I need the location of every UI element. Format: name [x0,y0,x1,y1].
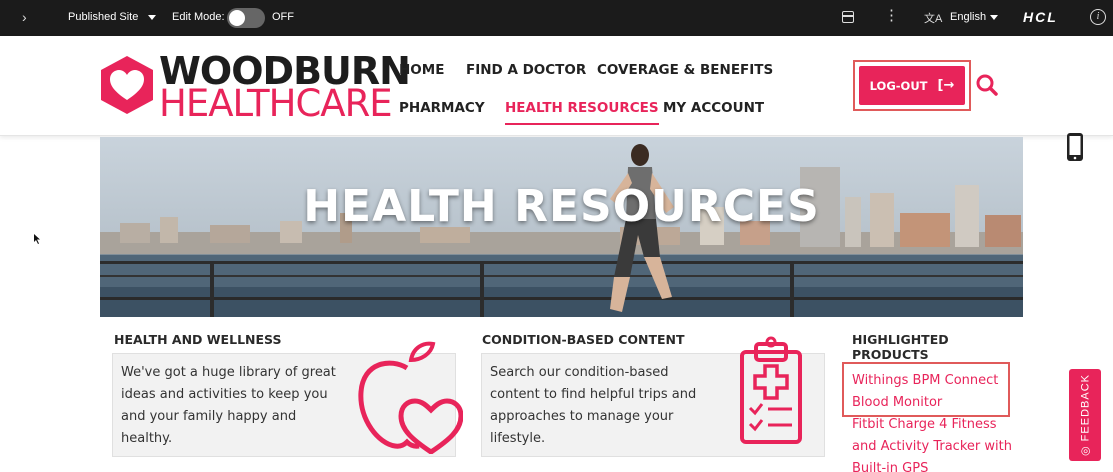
language-select[interactable]: English [950,11,999,23]
apple-heart-icon [358,341,463,454]
edit-mode-label: Edit Mode: [172,11,225,23]
site-select-label: Published Site [68,11,139,23]
product-link-line: Blood Monitor [852,395,943,410]
condition-card[interactable]: Search our condition-based content to fi… [481,336,825,457]
product-link-line: Built-in GPS [852,461,929,472]
nav-home[interactable]: HOME [399,62,444,78]
logout-highlight: LOG-OUT [→ [853,60,971,111]
mouse-cursor-icon [34,234,40,244]
admin-toolbar: › Published Site Edit Mode: OFF ⋮ 文A Eng… [0,0,1113,36]
mobile-preview-icon[interactable] [1063,132,1087,162]
nav-pharmacy[interactable]: PHARMACY [399,100,485,116]
edit-mode-state: OFF [272,11,294,23]
product-link-fitbit[interactable]: Fitbit Charge 4 Fitness and Activity Tra… [852,414,1012,472]
product-link-line: Fitbit Charge 4 Fitness [852,417,997,432]
condition-heading: CONDITION-BASED CONTENT [482,332,685,347]
wellness-line: ideas and activities to keep you [121,387,328,402]
condition-line: lifestyle. [490,431,546,446]
condition-line: Search our condition-based [490,365,669,380]
highlighted-heading-line: HIGHLIGHTED [852,332,949,347]
product-link-line: and Activity Tracker with [852,439,1012,454]
search-icon[interactable] [975,73,999,97]
highlighted-heading: HIGHLIGHTED PRODUCTS [852,332,949,362]
feedback-tab[interactable]: ◎ FEEDBACK [1069,369,1101,461]
feedback-icon: ◎ [1079,441,1092,456]
wellness-text: We've got a huge library of great ideas … [121,362,336,450]
language-label: English [950,11,987,23]
condition-text: Search our condition-based content to fi… [490,362,696,450]
wellness-line: healthy. [121,431,173,446]
logout-label: LOG-OUT [869,78,928,93]
logo-word-healthcare: HEALTHCARE [159,82,393,125]
nav-my-account[interactable]: MY ACCOUNT [663,100,764,116]
nav-coverage-benefits[interactable]: COVERAGE & BENEFITS [597,62,773,78]
edit-mode-toggle[interactable] [227,8,265,28]
translate-icon[interactable]: 文A [924,10,942,26]
info-icon[interactable]: i [1090,9,1106,25]
layout-icon[interactable] [842,11,854,23]
wellness-line: and your family happy and [121,409,297,424]
feedback-text: FEEDBACK [1079,374,1092,442]
product-link-line: Withings BPM Connect [852,373,999,388]
wellness-line: We've got a huge library of great [121,365,336,380]
hero-title: HEALTH RESOURCES [303,181,820,232]
wellness-heading: HEALTH AND WELLNESS [114,332,282,347]
logo-heart-icon [101,56,153,114]
site-select[interactable]: Published Site [68,11,157,23]
toggle-knob [229,10,245,26]
nav-health-resources[interactable]: HEALTH RESOURCES [505,100,659,125]
caret-down-icon [990,14,999,20]
condition-line: content to find helpful trips and [490,387,697,402]
more-vertical-icon[interactable]: ⋮ [884,7,899,25]
wellness-card[interactable]: We've got a huge library of great ideas … [112,341,463,457]
product-link-withings[interactable]: Withings BPM Connect Blood Monitor [852,370,998,414]
clipboard-medical-icon [740,336,802,444]
logout-button[interactable]: LOG-OUT [→ [859,66,965,105]
site-header: WOODBURN HEALTHCARE HOME FIND A DOCTOR C… [0,36,1113,136]
condition-line: approaches to manage your [490,409,674,424]
feedback-label: ◎ FEEDBACK [1079,374,1092,456]
chevron-right-icon[interactable]: › [22,9,27,25]
highlighted-heading-line: PRODUCTS [852,347,929,362]
logout-icon: [→ [937,78,955,93]
woodburn-logo[interactable]: WOODBURN HEALTHCARE [97,52,411,124]
hcl-logo: HCL [1023,9,1058,25]
nav-find-a-doctor[interactable]: FIND A DOCTOR [466,62,586,78]
hero-banner: HEALTH RESOURCES [100,137,1023,317]
caret-down-icon [148,14,157,20]
